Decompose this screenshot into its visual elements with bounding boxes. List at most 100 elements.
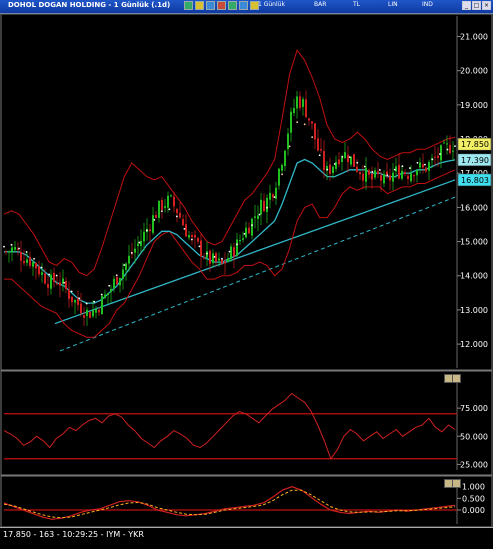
candle-body bbox=[362, 173, 364, 181]
candle-body bbox=[299, 96, 301, 108]
signal-dot bbox=[108, 284, 111, 287]
candle-body bbox=[158, 200, 160, 218]
panel-close-icon[interactable] bbox=[452, 479, 461, 488]
candle-body bbox=[41, 272, 43, 275]
candle-body bbox=[269, 192, 271, 200]
candle-body bbox=[200, 240, 202, 257]
price-tick-label: 16.000 bbox=[460, 203, 488, 212]
signal-dot bbox=[371, 170, 374, 173]
candle-body bbox=[242, 238, 244, 240]
signal-dot bbox=[3, 245, 5, 248]
candle-body bbox=[77, 298, 79, 305]
candle-body bbox=[104, 294, 106, 298]
chart-canvas[interactable]: 12.00013.00014.00015.00016.00017.00018.0… bbox=[0, 0, 493, 548]
price-tick-label: 20.000 bbox=[460, 67, 488, 76]
signal-dot bbox=[333, 163, 336, 165]
signal-dot bbox=[431, 158, 434, 161]
candle-body bbox=[449, 144, 451, 154]
candle-body bbox=[374, 170, 376, 178]
candle-body bbox=[368, 170, 370, 175]
signal-dot bbox=[281, 173, 284, 176]
oscillator-tick-label: 50.000 bbox=[460, 432, 488, 441]
signal-dot bbox=[243, 232, 246, 235]
candle-body bbox=[317, 138, 319, 151]
oscillator-tick-label: 75.000 bbox=[460, 404, 488, 413]
candle-body bbox=[179, 212, 181, 218]
candle-body bbox=[428, 162, 430, 171]
candle-body bbox=[296, 96, 298, 109]
candle-body bbox=[365, 167, 367, 182]
candle-body bbox=[110, 288, 112, 292]
candle-body bbox=[197, 237, 199, 242]
signal-dot bbox=[401, 165, 404, 168]
signal-dot bbox=[303, 123, 306, 126]
signal-dot bbox=[341, 155, 344, 158]
candle-body bbox=[251, 218, 253, 236]
candle-body bbox=[392, 172, 394, 182]
candle-body bbox=[38, 266, 40, 275]
candle-body bbox=[272, 194, 274, 198]
signal-dot bbox=[130, 251, 133, 254]
candle-body bbox=[113, 278, 115, 289]
oscillator-panel-frame bbox=[0, 370, 493, 476]
price-tick-label: 14.000 bbox=[460, 272, 488, 281]
candle-body bbox=[356, 166, 358, 172]
candle-body bbox=[95, 309, 97, 313]
candle-body bbox=[236, 239, 238, 257]
signal-dot bbox=[393, 168, 396, 171]
candle-body bbox=[53, 272, 55, 283]
candle-body bbox=[227, 258, 229, 262]
candle-body bbox=[134, 248, 136, 253]
signal-dot bbox=[416, 161, 419, 164]
macd-line bbox=[3, 486, 456, 520]
candle-body bbox=[413, 175, 415, 177]
candle-body bbox=[419, 162, 421, 168]
signal-dot bbox=[10, 243, 13, 246]
signal-dot bbox=[168, 208, 171, 211]
candle-body bbox=[98, 309, 100, 313]
candle-body bbox=[452, 150, 454, 152]
signal-dot bbox=[198, 245, 201, 248]
candle-body bbox=[218, 258, 220, 261]
oscillator-line bbox=[3, 392, 456, 460]
signal-dot bbox=[318, 154, 321, 157]
candle-body bbox=[383, 173, 385, 184]
candle-body bbox=[155, 215, 157, 218]
candle-body bbox=[290, 111, 292, 133]
signal-dot bbox=[55, 274, 58, 277]
candle-body bbox=[404, 172, 406, 175]
candle-body bbox=[212, 253, 214, 264]
signal-dot bbox=[446, 148, 449, 151]
trendline-lower bbox=[59, 196, 456, 352]
candle-body bbox=[26, 259, 28, 263]
candle-body bbox=[5, 251, 7, 253]
candle-body bbox=[143, 231, 145, 242]
price-badge-label: 17.390 bbox=[461, 156, 489, 165]
price-tick-label: 21.000 bbox=[460, 33, 488, 42]
candle-body bbox=[332, 166, 334, 174]
candle-body bbox=[164, 206, 166, 208]
candle-body bbox=[83, 315, 85, 318]
signal-dot bbox=[85, 302, 88, 305]
signal-dot bbox=[273, 196, 276, 199]
candle-body bbox=[377, 171, 379, 174]
candle-body bbox=[308, 118, 310, 121]
candle-body bbox=[281, 165, 283, 171]
candle-body bbox=[32, 262, 34, 267]
candle-body bbox=[137, 243, 139, 247]
panel-close-icon[interactable] bbox=[452, 374, 461, 383]
chart-window: DOHOL DOGAN HOLDING - 1 Günlük (.1d) 1 G… bbox=[0, 0, 493, 549]
candle-body bbox=[128, 255, 130, 264]
signal-dot bbox=[251, 224, 253, 227]
candle-body bbox=[185, 224, 187, 237]
signal-dot bbox=[40, 266, 43, 269]
signal-dot bbox=[409, 167, 411, 169]
signal-dot bbox=[378, 169, 381, 171]
signal-dot bbox=[123, 264, 126, 266]
macd-tick-label: 1.000 bbox=[462, 483, 485, 492]
signal-dot bbox=[356, 161, 359, 164]
candle-body bbox=[119, 277, 121, 286]
price-tick-label: 15.000 bbox=[460, 238, 488, 247]
candle-body bbox=[311, 121, 313, 124]
signal-dot bbox=[221, 257, 223, 260]
